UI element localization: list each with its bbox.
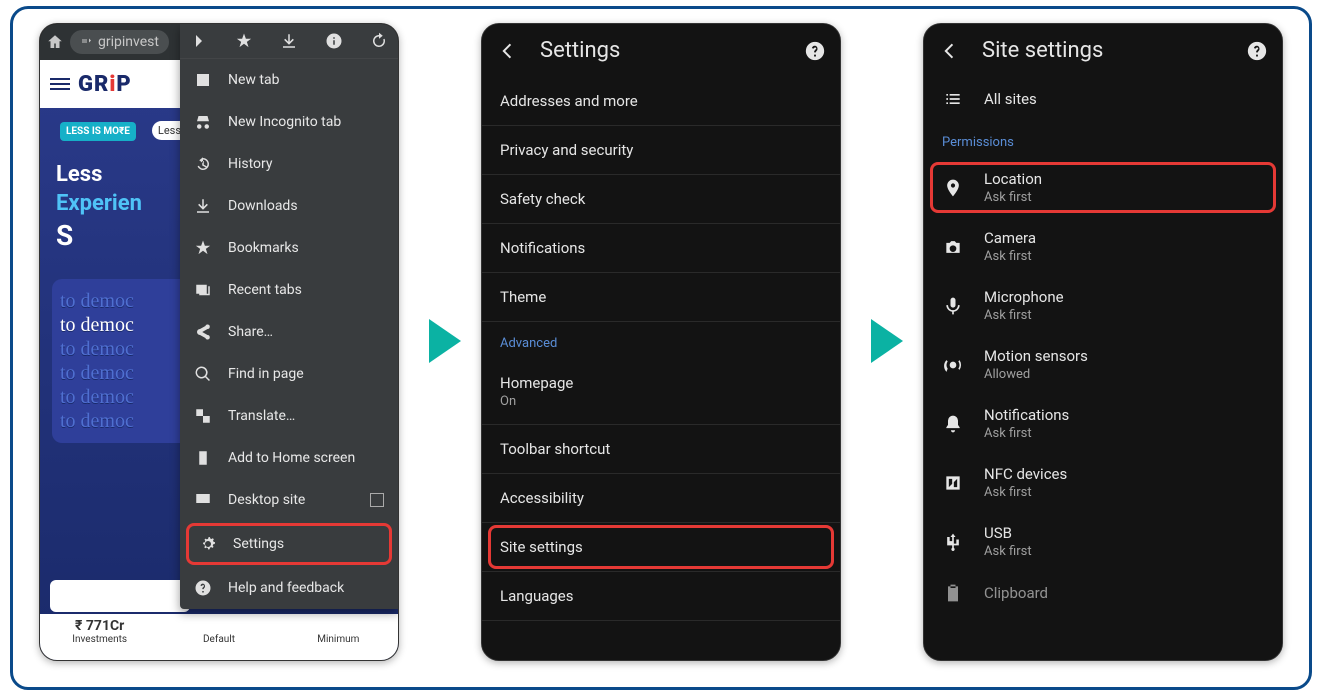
row-microphone[interactable]: MicrophoneAsk first <box>924 276 1282 335</box>
home-icon[interactable] <box>46 33 64 51</box>
menu-history[interactable]: History <box>180 143 398 185</box>
row-nfc[interactable]: NFC devicesAsk first <box>924 453 1282 512</box>
nfc-icon <box>942 473 964 493</box>
menu-share[interactable]: Share… <box>180 311 398 353</box>
site-logo[interactable]: GRiP <box>78 72 132 97</box>
menu-incognito[interactable]: New Incognito tab <box>180 101 398 143</box>
row-site-settings[interactable]: Site settings <box>482 523 840 572</box>
help-icon[interactable] <box>804 40 826 62</box>
share-icon <box>194 323 212 341</box>
menu-add-home[interactable]: Add to Home screen <box>180 437 398 479</box>
star-icon[interactable] <box>235 32 253 50</box>
usb-icon <box>942 532 964 552</box>
back-icon[interactable] <box>938 40 960 62</box>
menu-find[interactable]: Find in page <box>180 353 398 395</box>
info-icon[interactable] <box>325 32 343 50</box>
motion-icon <box>942 355 964 375</box>
download-icon <box>194 197 212 215</box>
menu-translate[interactable]: Translate… <box>180 395 398 437</box>
refresh-icon[interactable] <box>370 32 388 50</box>
row-notifications[interactable]: NotificationsAsk first <box>924 394 1282 453</box>
list-icon <box>942 89 964 109</box>
tutorial-frame: gripinvest GRiP LESS IS MO₹E Less m Less… <box>10 6 1312 690</box>
download-icon[interactable] <box>280 32 298 50</box>
translate-icon <box>194 407 212 425</box>
site-search-input[interactable] <box>50 580 190 612</box>
row-theme[interactable]: Theme <box>482 273 840 322</box>
location-icon <box>942 178 964 198</box>
menu-desktop-site[interactable]: Desktop site <box>180 479 398 521</box>
gear-icon <box>199 535 217 553</box>
section-permissions: Permissions <box>924 121 1282 158</box>
phone-screen-1: gripinvest GRiP LESS IS MO₹E Less m Less… <box>39 23 399 661</box>
phone-screen-2: Settings Addresses and more Privacy and … <box>481 23 841 661</box>
row-privacy[interactable]: Privacy and security <box>482 126 840 175</box>
microphone-icon <box>942 296 964 316</box>
site-settings-icon <box>80 36 92 48</box>
row-usb[interactable]: USBAsk first <box>924 512 1282 571</box>
row-all-sites[interactable]: All sites <box>924 77 1282 121</box>
page-title: Settings <box>540 38 782 63</box>
menu-help[interactable]: Help and feedback <box>180 567 398 609</box>
desktop-site-checkbox[interactable] <box>370 493 384 507</box>
menu-bookmarks[interactable]: Bookmarks <box>180 227 398 269</box>
promo-badge: LESS IS MO₹E <box>60 122 136 141</box>
step-arrow-2 <box>871 319 903 363</box>
hamburger-icon[interactable] <box>50 75 70 93</box>
page-title: Site settings <box>982 38 1224 63</box>
row-homepage[interactable]: Homepage On <box>482 359 840 425</box>
stats-bar: ₹ 771CrInvestments Default Minimum <box>40 614 398 660</box>
site-settings-header: Site settings <box>924 24 1282 77</box>
stat-amount: ₹ 771Cr <box>42 618 157 634</box>
address-bar[interactable]: gripinvest <box>70 30 169 54</box>
url-text: gripinvest <box>98 34 159 50</box>
menu-settings[interactable]: Settings <box>186 523 392 565</box>
menu-new-tab[interactable]: New tab <box>180 59 398 101</box>
recent-tabs-icon <box>194 281 212 299</box>
forward-icon[interactable] <box>190 32 208 50</box>
back-icon[interactable] <box>496 40 518 62</box>
row-safety[interactable]: Safety check <box>482 175 840 224</box>
row-camera[interactable]: CameraAsk first <box>924 217 1282 276</box>
menu-toolbar-row <box>180 24 398 59</box>
help-icon[interactable] <box>1246 40 1268 62</box>
browser-overflow-menu: New tab New Incognito tab History Downlo… <box>180 24 398 609</box>
row-languages[interactable]: Languages <box>482 572 840 621</box>
row-location[interactable]: LocationAsk first <box>924 158 1282 217</box>
bell-icon <box>942 414 964 434</box>
step-arrow-1 <box>429 319 461 363</box>
star-icon <box>194 239 212 257</box>
find-icon <box>194 365 212 383</box>
add-home-icon <box>194 449 212 467</box>
row-addresses[interactable]: Addresses and more <box>482 77 840 126</box>
row-accessibility[interactable]: Accessibility <box>482 474 840 523</box>
camera-icon <box>942 237 964 257</box>
row-motion-sensors[interactable]: Motion sensorsAllowed <box>924 335 1282 394</box>
desktop-icon <box>194 491 212 509</box>
row-notifications[interactable]: Notifications <box>482 224 840 273</box>
phone-screen-3: Site settings All sites Permissions Loca… <box>923 23 1283 661</box>
history-icon <box>194 155 212 173</box>
section-advanced: Advanced <box>482 322 840 359</box>
plus-box-icon <box>194 71 212 89</box>
clipboard-icon <box>942 583 964 603</box>
settings-header: Settings <box>482 24 840 77</box>
menu-downloads[interactable]: Downloads <box>180 185 398 227</box>
incognito-icon <box>194 113 212 131</box>
row-clipboard[interactable]: Clipboard <box>924 571 1282 615</box>
help-icon <box>194 579 212 597</box>
menu-recent-tabs[interactable]: Recent tabs <box>180 269 398 311</box>
row-toolbar-shortcut[interactable]: Toolbar shortcut <box>482 425 840 474</box>
